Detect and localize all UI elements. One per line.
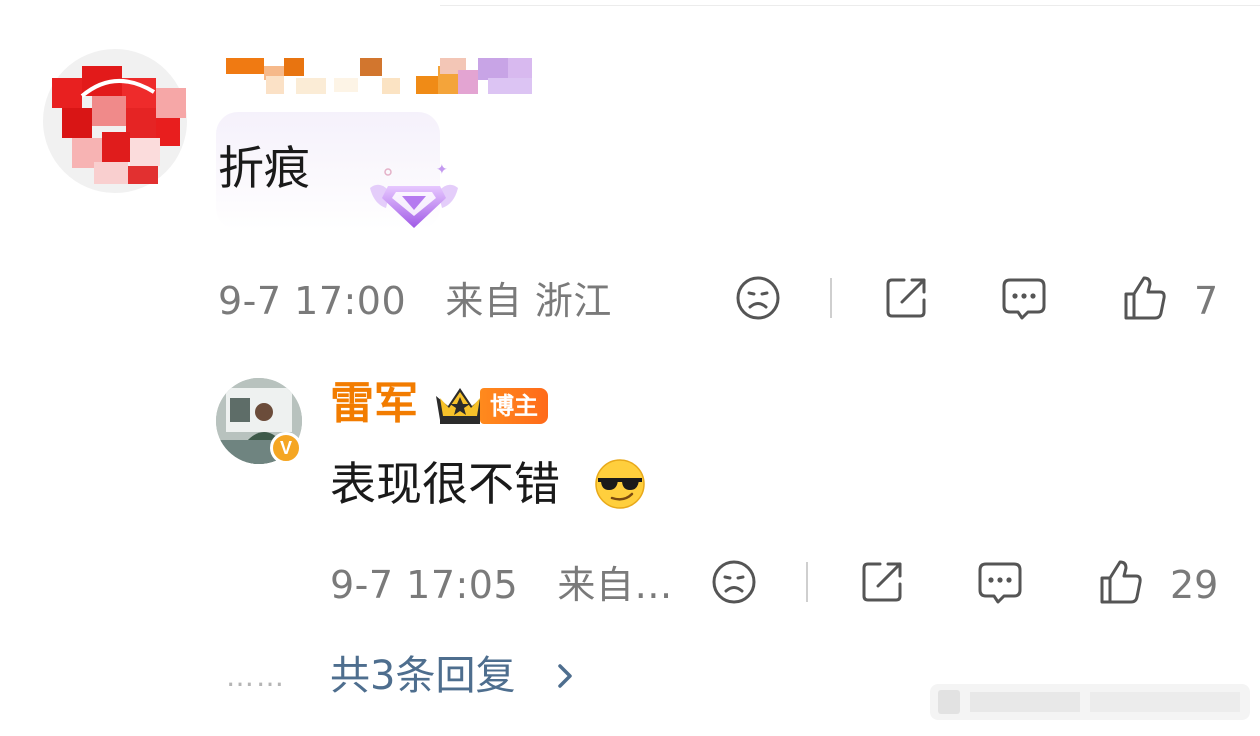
blogger-tag: 博主 [480,388,548,424]
commenter-avatar[interactable] [42,48,188,194]
reply-thread-dots: …… [226,660,286,693]
action-divider [830,278,832,318]
reply-username[interactable]: 雷军 [330,376,418,432]
comment-text: 折痕 [218,141,310,195]
reply-like-count: 29 [1170,563,1219,607]
top-divider [440,5,1260,6]
sad-face-icon[interactable] [734,274,782,322]
comment-like-count: 7 [1194,279,1219,323]
reply-meta: 9-7 17:05 来自… [330,560,673,610]
share-icon[interactable] [882,274,930,322]
reply-text: 表现很不错 [330,457,560,511]
comment-icon[interactable] [976,558,1024,606]
reply-location: 来自… [557,563,673,607]
share-icon[interactable] [858,558,906,606]
comment-location: 来自 浙江 [445,279,612,323]
action-divider [806,562,808,602]
comment-icon[interactable] [1000,274,1048,322]
chevron-right-icon[interactable] [552,656,580,696]
thumbs-up-icon[interactable] [1120,274,1168,322]
comment-time: 9-7 17:00 [218,279,407,323]
reply-time: 9-7 17:05 [330,563,519,607]
sunglasses-emoji-icon [594,458,646,510]
watermark [930,680,1250,724]
sad-face-icon[interactable] [710,558,758,606]
more-replies-link[interactable]: 共3条回复 [330,650,515,702]
comment-meta: 9-7 17:00 来自 浙江 [218,276,612,326]
svg-text:✦: ✦ [436,162,448,178]
verified-badge-icon: V [270,432,302,464]
thumbs-up-icon[interactable] [1096,558,1144,606]
diamond-badge-icon: ✦ [326,158,462,234]
commenter-username-censored[interactable] [226,56,536,96]
